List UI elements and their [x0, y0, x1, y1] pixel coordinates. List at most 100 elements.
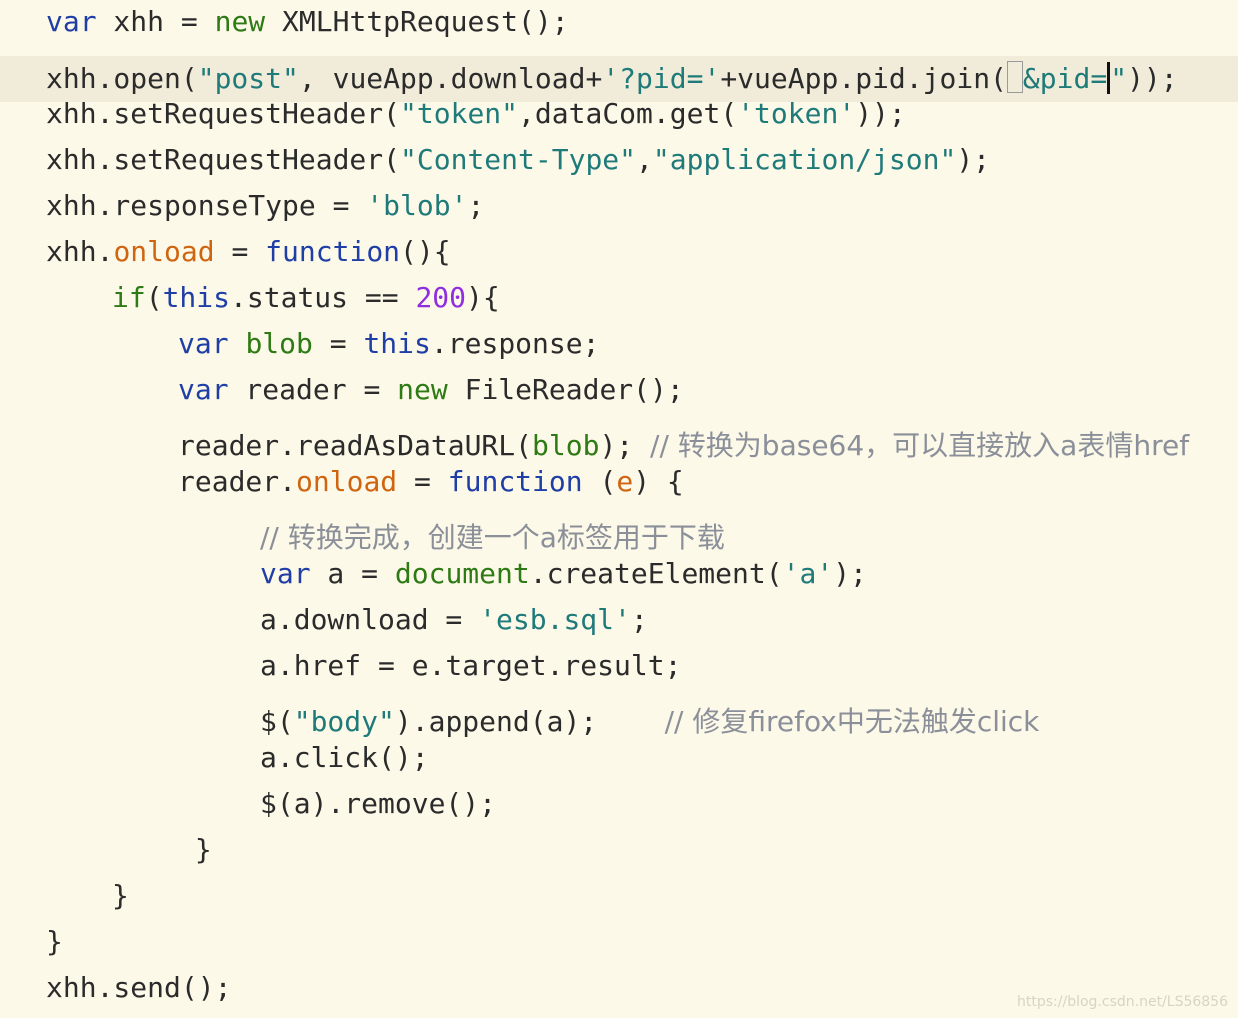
code-token: ).append(a);	[394, 705, 665, 738]
code-token: "token"	[400, 97, 519, 130]
code-token: this	[363, 327, 431, 360]
code-text: xhh.send();	[46, 968, 231, 1008]
code-token: xhh.setRequestHeader(	[46, 97, 401, 130]
code-line[interactable]: reader.onload = function (e) {	[0, 462, 1238, 502]
code-token: this	[162, 281, 231, 314]
code-token: var	[260, 557, 311, 590]
code-token: &pid= "	[1006, 61, 1127, 95]
code-token: reader =	[228, 373, 398, 406]
code-token: onload	[113, 235, 215, 268]
code-token: 'a'	[782, 557, 834, 590]
code-token: var	[46, 5, 97, 38]
code-token: xhh.responseType =	[46, 189, 367, 222]
code-text: var a = document.createElement('a');	[260, 554, 867, 594]
code-token: var	[178, 373, 229, 406]
code-token: FileReader();	[447, 373, 684, 406]
code-token: $(a).remove();	[260, 787, 497, 820]
code-token: );	[599, 429, 651, 462]
code-token: =	[397, 465, 448, 498]
code-line[interactable]: }	[0, 876, 1238, 916]
code-line[interactable]: a.href = e.target.result;	[0, 646, 1238, 686]
code-line[interactable]: reader.readAsDataURL(blob); // 转换为base64…	[0, 426, 1238, 466]
code-token: ) {	[633, 465, 684, 498]
code-text: a.href = e.target.result;	[260, 646, 681, 686]
bracket-match-highlight	[1006, 61, 1023, 93]
code-token: }	[46, 925, 63, 958]
code-token: document	[394, 557, 530, 590]
code-line[interactable]: var xhh = new XMLHttpRequest();	[0, 2, 1238, 42]
code-token: .response;	[430, 327, 600, 360]
code-token: xhh =	[96, 5, 215, 38]
code-text: reader.readAsDataURL(blob); // 转换为base64…	[178, 426, 1189, 466]
code-token: function	[447, 465, 583, 498]
code-text: a.click();	[260, 738, 429, 778]
code-token: ,dataCom.get(	[518, 97, 738, 130]
code-line[interactable]: xhh.setRequestHeader("token",dataCom.get…	[0, 94, 1238, 134]
code-token: ){	[466, 281, 500, 314]
code-token: +vueApp.pid.join(	[720, 62, 1007, 95]
code-text: xhh.onload = function(){	[46, 232, 451, 272]
code-line[interactable]: xhh.setRequestHeader("Content-Type","app…	[0, 140, 1238, 180]
code-token: a.download =	[260, 603, 480, 636]
code-token: =	[312, 327, 364, 360]
code-token: new	[397, 373, 448, 406]
code-token: xhh.	[46, 235, 114, 268]
code-token: 200	[415, 281, 467, 314]
code-editor[interactable]: var xhh = new XMLHttpRequest(); xhh.open(…	[0, 0, 1238, 1018]
code-text: xhh.setRequestHeader("token",dataCom.get…	[46, 94, 906, 134]
code-token: reader.readAsDataURL(	[178, 429, 533, 462]
code-text: var reader = new FileReader();	[178, 370, 684, 410]
code-token: a.click();	[260, 741, 429, 774]
code-line[interactable]: a.click();	[0, 738, 1238, 778]
code-token: '?pid='	[602, 62, 721, 95]
code-token: );	[833, 557, 867, 590]
code-token: a =	[310, 557, 395, 590]
code-token: // 转换完成，创建一个a标签用于下载	[260, 521, 725, 554]
code-token: // 转换为base64，可以直接放入a表情href	[650, 429, 1190, 462]
code-line[interactable]: $("body").append(a); // 修复firefox中无法触发cl…	[0, 702, 1238, 742]
code-token: "post"	[197, 62, 299, 95]
code-token: reader.	[178, 465, 297, 498]
string-content: &pid=	[1022, 62, 1108, 95]
code-token: }	[112, 879, 129, 912]
code-text: xhh.responseType = 'blob';	[46, 186, 484, 226]
code-text: }	[178, 830, 212, 870]
code-token: blob	[245, 327, 313, 360]
code-token: // 修复firefox中无法触发click	[664, 705, 1040, 738]
code-token: $(	[260, 705, 294, 738]
code-token: .status ==	[230, 281, 416, 314]
code-token: 'esb.sql'	[479, 603, 631, 636]
code-text: }	[46, 922, 63, 962]
code-line[interactable]: a.download = 'esb.sql';	[0, 600, 1238, 640]
code-token: var	[178, 327, 229, 360]
code-token: .createElement(	[529, 557, 783, 590]
code-line[interactable]: $(a).remove();	[0, 784, 1238, 824]
code-token: ));	[1127, 62, 1178, 95]
code-line[interactable]: var a = document.createElement('a');	[0, 554, 1238, 594]
code-token: ,	[636, 143, 653, 176]
code-token: ;	[630, 603, 648, 636]
code-line[interactable]: var blob = this.response;	[0, 324, 1238, 364]
code-token: 'token'	[737, 97, 856, 130]
code-line[interactable]: xhh.onload = function(){	[0, 232, 1238, 272]
code-line[interactable]: var reader = new FileReader();	[0, 370, 1238, 410]
code-token: ;	[467, 189, 485, 222]
code-text: $("body").append(a); // 修复firefox中无法触发cl…	[260, 702, 1039, 742]
code-token: a.href = e.target.result;	[260, 649, 682, 682]
code-token: =	[214, 235, 266, 268]
code-token: );	[956, 143, 991, 176]
code-line[interactable]: }	[0, 922, 1238, 962]
code-token: , vueApp.download+	[298, 62, 603, 95]
code-token: "Content-Type"	[400, 143, 637, 176]
code-line[interactable]: // 转换完成，创建一个a标签用于下载	[0, 518, 1238, 558]
code-token: xhh.send();	[46, 971, 232, 1004]
code-line[interactable]: }	[0, 830, 1238, 870]
code-token: (){	[400, 235, 451, 268]
code-text: }	[112, 876, 129, 916]
code-token: }	[178, 833, 212, 866]
watermark: https://blog.csdn.net/LS56856	[1017, 994, 1228, 1010]
code-line[interactable]: xhh.responseType = 'blob';	[0, 186, 1238, 226]
code-token: ));	[855, 97, 906, 130]
code-line[interactable]: if(this.status == 200){	[0, 278, 1238, 318]
